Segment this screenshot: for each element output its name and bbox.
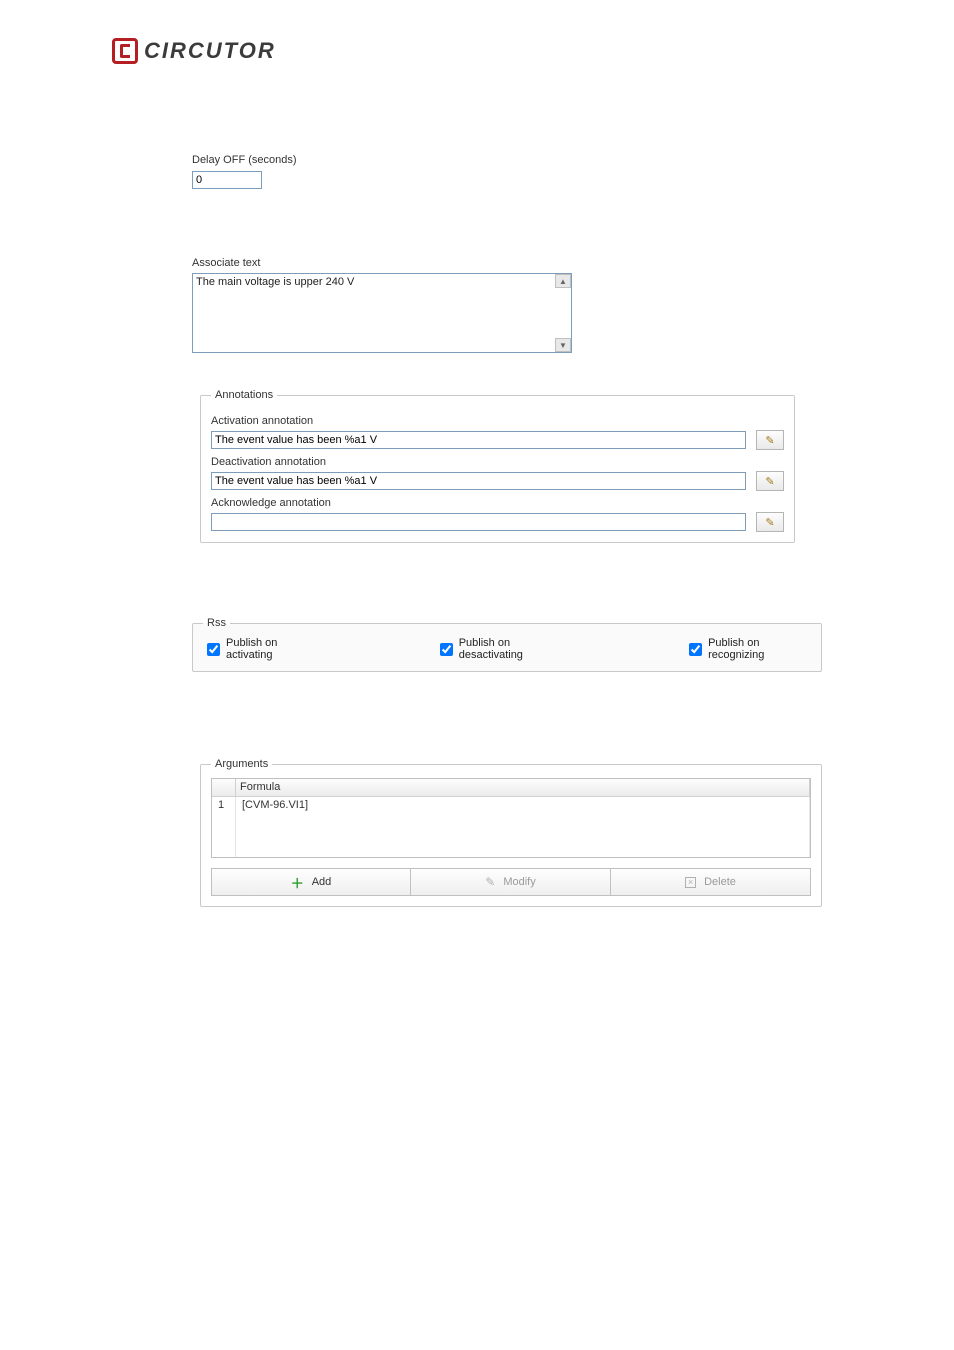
pencil-icon: ✎ — [765, 434, 774, 447]
rss-recognizing-input[interactable] — [689, 643, 702, 656]
arguments-col-formula: Formula — [236, 779, 810, 797]
associate-text-value: The main voltage is upper 240 V — [196, 276, 354, 288]
scroll-up-icon[interactable]: ▲ — [555, 274, 571, 288]
arguments-cell-index: 1 — [212, 797, 236, 857]
pencil-icon: ✎ — [485, 875, 495, 889]
annotations-legend: Annotations — [211, 389, 277, 401]
rss-deactivating-input[interactable] — [440, 643, 453, 656]
acknowledge-input[interactable] — [211, 513, 746, 531]
acknowledge-label: Acknowledge annotation — [211, 497, 784, 509]
rss-activating-checkbox[interactable]: Publish on activating — [207, 637, 320, 661]
activation-label: Activation annotation — [211, 415, 784, 427]
rss-activating-label: Publish on activating — [226, 637, 320, 661]
activation-browse-button[interactable]: ✎ — [756, 430, 784, 450]
associate-text-label: Associate text — [192, 257, 572, 269]
rss-deactivating-checkbox[interactable]: Publish on desactivating — [440, 637, 569, 661]
associate-text-area[interactable]: The main voltage is upper 240 V ▲ ▼ — [192, 273, 572, 353]
pencil-icon: ✎ — [765, 516, 774, 529]
table-row[interactable]: 1 [CVM-96.VI1] — [212, 797, 810, 857]
add-button[interactable]: ＋ Add — [211, 868, 411, 896]
rss-panel: Rss Publish on activating Publish on des… — [192, 617, 822, 672]
activation-input[interactable] — [211, 431, 746, 449]
delete-icon: × — [685, 877, 696, 888]
plus-icon: ＋ — [291, 873, 304, 892]
delete-button-label: Delete — [704, 876, 736, 888]
brand-mark-icon — [112, 38, 138, 64]
deactivation-label: Deactivation annotation — [211, 456, 784, 468]
delay-off-label: Delay OFF (seconds) — [192, 154, 352, 166]
annotations-panel: Annotations Activation annotation ✎ Deac… — [200, 389, 795, 543]
associate-text-block: Associate text The main voltage is upper… — [192, 257, 572, 353]
add-button-label: Add — [312, 876, 332, 888]
deactivation-browse-button[interactable]: ✎ — [756, 471, 784, 491]
delete-button[interactable]: × Delete — [611, 868, 811, 896]
modify-button-label: Modify — [503, 876, 535, 888]
brand-name: CIRCUTOR — [144, 38, 276, 64]
delay-off-block: Delay OFF (seconds) — [192, 154, 352, 189]
rss-legend: Rss — [203, 617, 230, 629]
deactivation-input[interactable] — [211, 472, 746, 490]
rss-recognizing-label: Publish on recognizing — [708, 637, 811, 661]
delay-off-input[interactable] — [192, 171, 262, 189]
rss-deactivating-label: Publish on desactivating — [459, 637, 569, 661]
arguments-table[interactable]: Formula 1 [CVM-96.VI1] — [211, 778, 811, 858]
arguments-col-index — [212, 779, 236, 797]
arguments-cell-formula: [CVM-96.VI1] — [236, 797, 810, 857]
brand-logo: CIRCUTOR — [112, 38, 954, 64]
scroll-down-icon[interactable]: ▼ — [555, 338, 571, 352]
rss-recognizing-checkbox[interactable]: Publish on recognizing — [689, 637, 811, 661]
arguments-panel: Arguments Formula 1 [CVM-96.VI1] ＋ Add ✎… — [200, 758, 822, 907]
pencil-icon: ✎ — [765, 475, 774, 488]
rss-activating-input[interactable] — [207, 643, 220, 656]
modify-button[interactable]: ✎ Modify — [411, 868, 611, 896]
acknowledge-browse-button[interactable]: ✎ — [756, 512, 784, 532]
arguments-legend: Arguments — [211, 758, 272, 770]
